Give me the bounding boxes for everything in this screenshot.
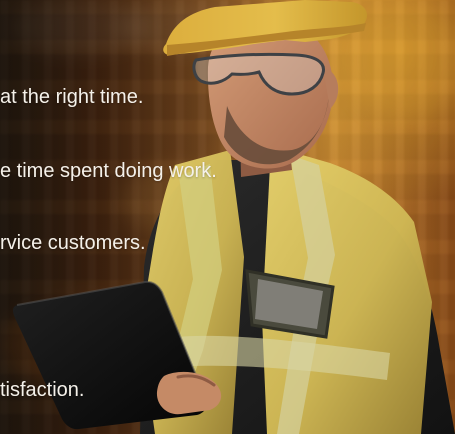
overlay-text-line: at the right time.: [0, 86, 144, 108]
overlay-text-line: e time spent doing work.: [0, 160, 217, 182]
overlay-text-line: rvice customers.: [0, 232, 146, 254]
hero-image: at the right time. e time spent doing wo…: [0, 0, 455, 434]
overlay-text-line: tisfaction.: [0, 379, 85, 401]
worker-illustration: [12, 0, 455, 434]
